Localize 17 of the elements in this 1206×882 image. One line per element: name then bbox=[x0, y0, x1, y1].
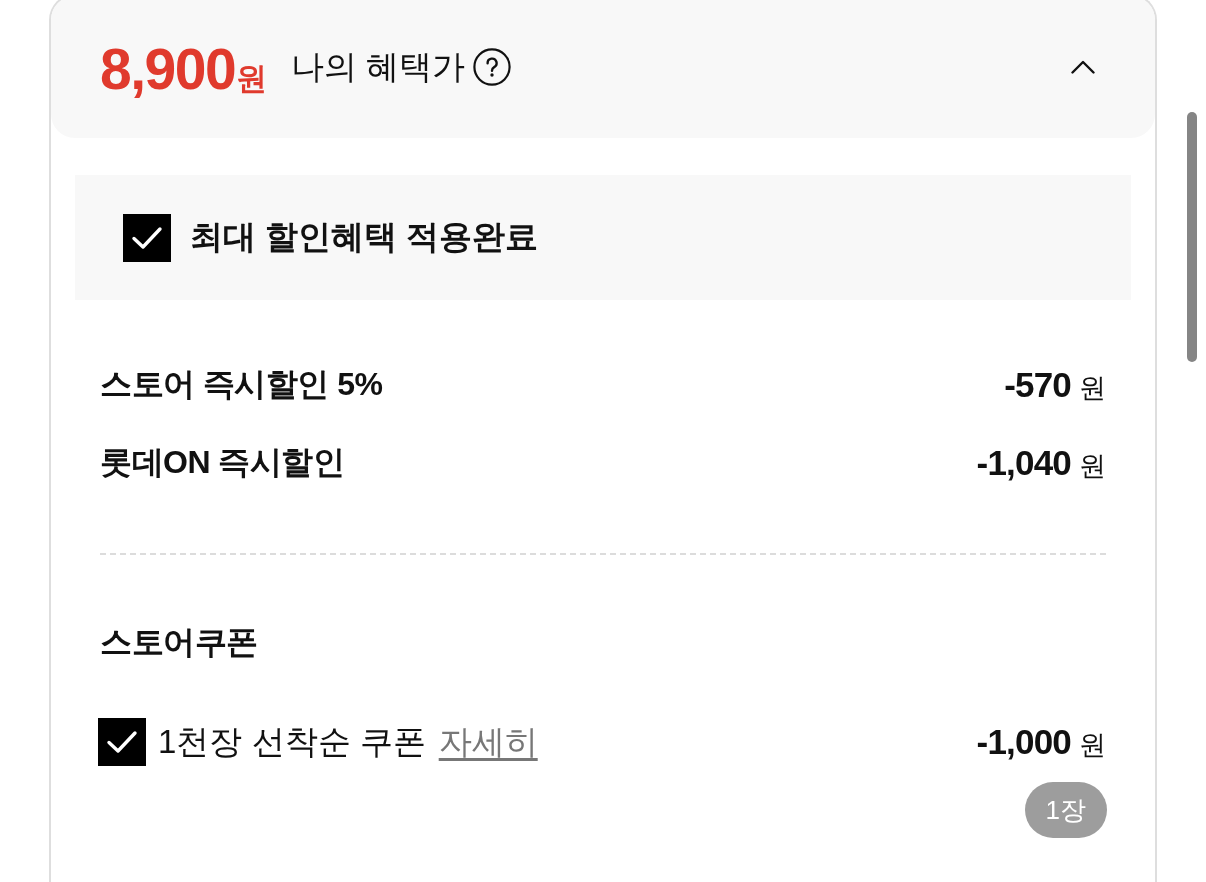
details-link[interactable]: 자세히 bbox=[438, 719, 538, 765]
discount-label: 롯데ON 즉시할인 bbox=[100, 443, 345, 482]
discount-amount: -570 원 bbox=[1004, 364, 1106, 406]
help-icon[interactable] bbox=[473, 48, 512, 86]
benefit-price-label: 나의 혜택가 bbox=[291, 46, 466, 87]
checkbox[interactable] bbox=[98, 718, 146, 766]
coupon-count-badge: 1장 bbox=[1024, 782, 1107, 838]
discount-label: 스토어 즉시할인 5% bbox=[100, 365, 383, 404]
chevron-icon[interactable] bbox=[1071, 60, 1095, 74]
checkbox[interactable] bbox=[123, 213, 171, 262]
store-coupon-title: 스토어쿠폰 bbox=[100, 623, 259, 662]
benefit-price: 8,900원 bbox=[100, 36, 268, 102]
max-discount-label: 최대 할인혜택 적용완료 bbox=[190, 217, 539, 257]
coupon-label: 1천장 선착순 쿠폰 bbox=[158, 721, 426, 762]
coupon-amount: -1,000 원 bbox=[976, 721, 1106, 763]
discount-amount: -1,040 원 bbox=[976, 442, 1106, 484]
scrollbar[interactable] bbox=[1187, 112, 1197, 362]
